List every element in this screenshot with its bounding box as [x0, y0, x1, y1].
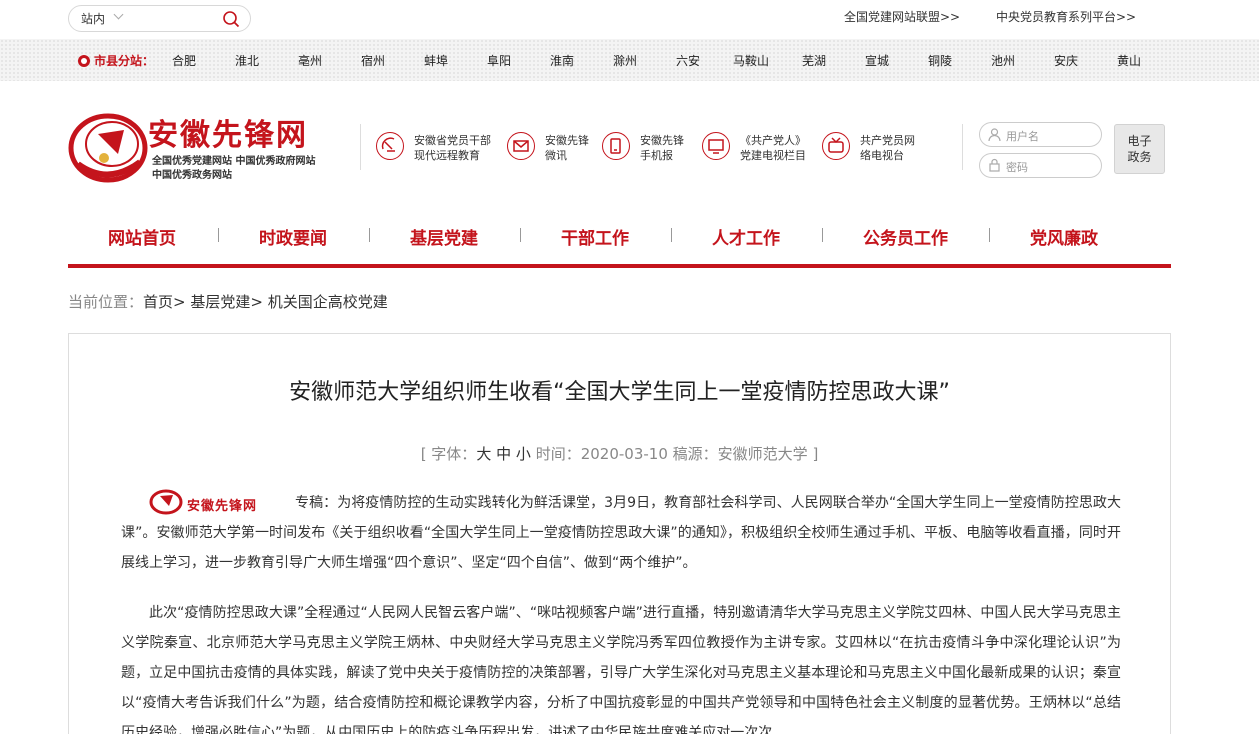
city-link[interactable]: 池州: [991, 52, 1015, 69]
city-link[interactable]: 合肥: [172, 52, 196, 69]
nav-separator: [369, 228, 370, 242]
article-panel: 安徽师范大学组织师生收看“全国大学生同上一堂疫情防控思政大课” [ 字体：大 中…: [68, 333, 1171, 734]
article-paragraph: 此次“疫情防控思政大课”全程通过“人民网人民智云客户端”、“咪咕视频客户端”进行…: [121, 605, 1121, 734]
city-link[interactable]: 安庆: [1054, 52, 1078, 69]
font-size-large[interactable]: 大: [476, 445, 491, 463]
city-link[interactable]: 淮北: [235, 52, 259, 69]
username-field[interactable]: 用户名: [979, 122, 1102, 147]
article-date: 时间：2020-03-10: [535, 445, 668, 463]
inline-site-logo: 安徽先锋网: [149, 489, 295, 515]
city-link[interactable]: 阜阳: [487, 52, 511, 69]
city-link[interactable]: 黄山: [1117, 52, 1141, 69]
city-link[interactable]: 亳州: [298, 52, 322, 69]
city-substation-bar: 市县分站： 合肥 淮北 亳州 宿州 蚌埠 阜阳 淮南 滁州 六安 马鞍山 芜湖 …: [0, 39, 1259, 81]
nav-politics-news[interactable]: 时政要闻: [259, 224, 327, 249]
article-title: 安徽师范大学组织师生收看“全国大学生同上一堂疫情防控思政大课”: [289, 380, 950, 405]
city-link[interactable]: 淮南: [550, 52, 574, 69]
envelope-icon: [507, 132, 535, 160]
logo-subtitle: 中国优秀政务网站: [152, 170, 232, 181]
city-link[interactable]: 铜陵: [928, 52, 952, 69]
party-emblem-icon: [68, 113, 148, 183]
home-pin-icon: [78, 55, 90, 67]
nav-separator: [671, 228, 672, 242]
article-body: 安徽先锋网 专稿：为将疫情防控的生动实践转化为鲜活课堂，3月9日，教育部社会科学司…: [121, 488, 1121, 734]
mobile-phone-icon: [602, 132, 630, 160]
tv-icon: [822, 132, 850, 160]
breadcrumb-current[interactable]: 机关国企高校党建: [268, 293, 388, 311]
divider: [360, 124, 361, 170]
nav-grassroots-party[interactable]: 基层党建: [410, 224, 478, 249]
party-site-alliance-link[interactable]: 全国党建网站联盟>>: [844, 8, 960, 25]
chevron-down-icon[interactable]: [113, 9, 124, 20]
site-search-box[interactable]: 站内: [68, 5, 251, 32]
city-link[interactable]: 宣城: [865, 52, 889, 69]
breadcrumb-grassroots[interactable]: 基层党建: [190, 293, 250, 311]
username-placeholder: 用户名: [1006, 130, 1039, 143]
city-link[interactable]: 滁州: [613, 52, 637, 69]
nav-separator: [822, 228, 823, 242]
city-link[interactable]: 六安: [676, 52, 700, 69]
city-link[interactable]: 芜湖: [802, 52, 826, 69]
logo-subtitle: 全国优秀党建网站 中国优秀政府网站: [152, 156, 316, 167]
breadcrumb: 当前位置：首页> 基层党建> 机关国企高校党建: [68, 293, 388, 311]
password-placeholder: 密码: [1006, 161, 1028, 174]
logo-title: 安徽先锋网: [148, 118, 308, 153]
site-logo[interactable]: 安徽先锋网 全国优秀党建网站 中国优秀政府网站 中国优秀政务网站: [68, 112, 348, 184]
city-link[interactable]: 蚌埠: [424, 52, 448, 69]
nav-talent-work[interactable]: 人才工作: [712, 224, 780, 249]
party-emblem-icon: [149, 489, 183, 515]
e-government-button[interactable]: 电子 政务: [1114, 124, 1165, 174]
user-icon: [987, 127, 1002, 145]
font-size-small[interactable]: 小: [516, 445, 531, 463]
satellite-dish-icon: [376, 132, 404, 160]
main-nav: 网站首页 时政要闻 基层党建 干部工作 人才工作 公务员工作 党风廉政: [68, 220, 1171, 270]
article-meta: [ 字体：大 中 小 时间：2020-03-10 稿源：安徽师范大学 ]: [420, 445, 819, 463]
article-paragraph: 安徽先锋网 专稿：为将疫情防控的生动实践转化为鲜活课堂，3月9日，教育部社会科学司…: [121, 488, 1121, 578]
party-education-platform-link[interactable]: 中央党员教育系列平台>>: [996, 8, 1136, 25]
font-size-medium[interactable]: 中: [496, 445, 511, 463]
breadcrumb-label: 当前位置：: [68, 293, 144, 311]
nav-separator: [989, 228, 990, 242]
nav-home[interactable]: 网站首页: [108, 224, 176, 249]
city-substation-label: 市县分站：: [78, 52, 154, 69]
nav-separator: [218, 228, 219, 242]
search-scope-select[interactable]: 站内: [81, 10, 105, 27]
top-bar: 站内 全国党建网站联盟>> 中央党员教育系列平台>>: [0, 0, 1259, 38]
nav-civil-servant[interactable]: 公务员工作: [863, 224, 948, 249]
city-link[interactable]: 宿州: [361, 52, 385, 69]
nav-cadre-work[interactable]: 干部工作: [561, 224, 629, 249]
city-link[interactable]: 马鞍山: [733, 52, 769, 69]
monitor-icon: [702, 132, 730, 160]
search-icon[interactable]: [222, 10, 240, 31]
nav-integrity[interactable]: 党风廉政: [1030, 224, 1098, 249]
breadcrumb-home[interactable]: 首页: [143, 293, 173, 311]
nav-underline: [68, 264, 1171, 268]
lock-icon: [987, 158, 1002, 176]
article-source: 稿源：安徽师范大学 ]: [672, 445, 819, 463]
nav-separator: [520, 228, 521, 242]
divider: [962, 124, 963, 170]
password-field[interactable]: 密码: [979, 153, 1102, 178]
